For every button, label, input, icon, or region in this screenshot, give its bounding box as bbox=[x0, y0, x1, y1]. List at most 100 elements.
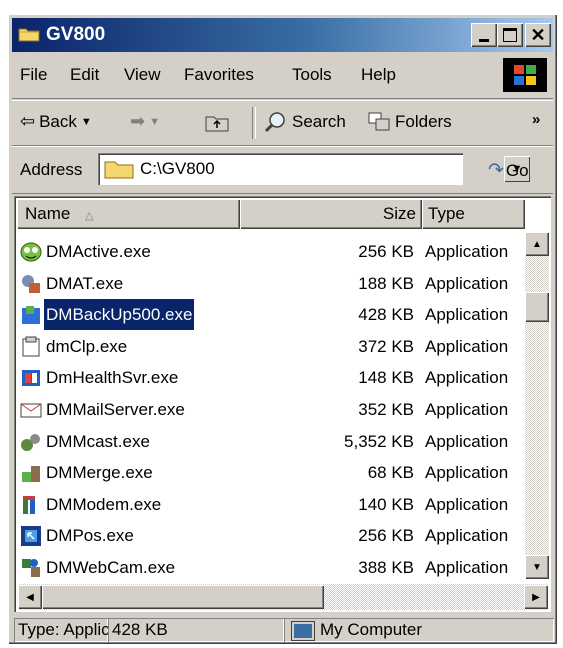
file-row[interactable]: DMModem.exe 140 KB Application bbox=[18, 489, 528, 520]
address-field[interactable]: C:\GV800 ▼ bbox=[98, 153, 530, 185]
explorer-window: GV800 ✕ File Edit View Favorites Tools H… bbox=[8, 14, 557, 644]
status-type: Type: Applic. bbox=[14, 618, 108, 642]
vertical-scrollbar[interactable]: ▲ ▼ bbox=[525, 232, 549, 579]
file-type: Application bbox=[425, 336, 509, 356]
column-header-name[interactable]: Name △ bbox=[17, 199, 240, 229]
menu-bar: File Edit View Favorites Tools Help bbox=[12, 54, 553, 99]
dmat-app-icon bbox=[20, 273, 42, 295]
arrow-down-icon: ▼ bbox=[532, 561, 542, 573]
minimize-icon bbox=[479, 38, 489, 42]
file-size: 68 KB bbox=[367, 463, 414, 483]
menu-view[interactable]: View bbox=[124, 65, 161, 85]
scroll-up-button[interactable]: ▲ bbox=[525, 232, 549, 256]
my-computer-icon bbox=[292, 621, 314, 640]
column-header-size[interactable]: Size bbox=[240, 199, 422, 229]
toolbar-overflow-button[interactable]: » bbox=[532, 111, 540, 128]
file-type: Application bbox=[425, 368, 509, 388]
folders-label: Folders bbox=[395, 112, 452, 131]
file-name: DMMcast.exe bbox=[46, 431, 150, 451]
status-size: 428 KB bbox=[108, 618, 284, 642]
standard-toolbar: ⇦ Back ▼ ➡ ▼ Search Folders » bbox=[12, 100, 553, 146]
address-bar: Address C:\GV800 ▼ ↷ Go bbox=[12, 146, 553, 194]
go-button[interactable]: ↷ Go bbox=[488, 159, 529, 182]
close-button[interactable]: ✕ bbox=[525, 23, 551, 47]
scroll-down-button[interactable]: ▼ bbox=[525, 555, 549, 579]
file-size: 5,352 KB bbox=[344, 431, 414, 451]
menu-edit[interactable]: Edit bbox=[70, 65, 99, 85]
windows-logo bbox=[503, 58, 547, 92]
file-type: Application bbox=[425, 273, 509, 293]
file-row[interactable]: dmClp.exe 372 KB Application bbox=[18, 331, 528, 362]
address-label: Address bbox=[20, 160, 83, 179]
horizontal-scrollbar[interactable]: ◀ ▶ bbox=[18, 584, 548, 610]
sort-ascending-icon: △ bbox=[85, 210, 94, 222]
arrow-up-icon: ▲ bbox=[532, 238, 542, 250]
maximize-icon bbox=[503, 28, 517, 42]
file-row[interactable]: DMAT.exe 188 KB Application bbox=[18, 268, 528, 299]
menu-favorites[interactable]: Favorites bbox=[184, 65, 254, 85]
file-row[interactable]: DMWebCam.exe 388 KB Application bbox=[18, 552, 528, 583]
file-name: DmHealthSvr.exe bbox=[46, 368, 179, 388]
column-header-type[interactable]: Type bbox=[422, 199, 525, 229]
folders-button[interactable]: Folders bbox=[367, 111, 452, 133]
file-size: 428 KB bbox=[358, 305, 414, 325]
file-row[interactable]: DMPos.exe 256 KB Application bbox=[18, 520, 528, 551]
status-location: My Computer bbox=[284, 618, 554, 642]
column-name-label: Name bbox=[25, 204, 71, 223]
up-folder-icon bbox=[205, 116, 229, 132]
file-type: Application bbox=[425, 400, 509, 419]
mail-app-icon bbox=[20, 399, 42, 421]
file-type: Application bbox=[425, 494, 509, 514]
webcam-app-icon bbox=[20, 557, 42, 579]
maximize-button[interactable] bbox=[497, 23, 523, 47]
file-size: 148 KB bbox=[358, 368, 414, 388]
file-name: DMMerge.exe bbox=[46, 463, 153, 483]
file-size: 188 KB bbox=[358, 273, 414, 293]
file-size: 352 KB bbox=[358, 400, 414, 419]
file-name: DMPos.exe bbox=[46, 526, 134, 546]
file-row[interactable]: DMActive.exe 256 KB Application bbox=[18, 236, 528, 267]
file-type: Application bbox=[425, 526, 509, 546]
back-button[interactable]: ⇦ Back ▼ bbox=[20, 111, 92, 132]
modem-app-icon bbox=[20, 494, 42, 516]
toolbar-separator bbox=[252, 107, 256, 139]
minimize-button[interactable] bbox=[471, 23, 497, 47]
file-row[interactable]: DMMerge.exe 68 KB Application bbox=[18, 457, 528, 488]
file-size: 256 KB bbox=[358, 242, 414, 261]
scroll-thumb[interactable] bbox=[525, 292, 549, 322]
file-size: 140 KB bbox=[358, 494, 414, 514]
file-type: Application bbox=[425, 305, 509, 325]
file-type: Application bbox=[425, 242, 509, 261]
file-row[interactable]: DMMailServer.exe 352 KB Application bbox=[18, 394, 528, 425]
close-icon: ✕ bbox=[530, 25, 546, 45]
file-name: DMActive.exe bbox=[46, 242, 151, 261]
status-bar: Type: Applic. 428 KB My Computer bbox=[12, 616, 553, 642]
scroll-left-button[interactable]: ◀ bbox=[18, 585, 42, 609]
file-name: DMAT.exe bbox=[46, 273, 124, 293]
back-arrow-icon: ⇦ bbox=[20, 111, 36, 131]
file-list[interactable]: Name △ Size Type DMActive.exe 256 KB Appli… bbox=[14, 196, 551, 612]
menu-tools[interactable]: Tools bbox=[292, 65, 332, 85]
merge-app-icon bbox=[20, 462, 42, 484]
file-name: DMModem.exe bbox=[46, 494, 162, 514]
go-arrow-icon: ↷ bbox=[488, 160, 504, 181]
arrow-right-icon: ▶ bbox=[532, 591, 540, 603]
title-bar[interactable]: GV800 ✕ bbox=[12, 18, 553, 52]
status-location-label: My Computer bbox=[320, 620, 423, 639]
file-row[interactable]: DmHealthSvr.exe 148 KB Application bbox=[18, 362, 528, 393]
menu-help[interactable]: Help bbox=[361, 65, 396, 85]
search-button[interactable]: Search bbox=[264, 111, 346, 133]
file-type: Application bbox=[425, 463, 509, 483]
arrow-left-icon: ◀ bbox=[26, 591, 34, 603]
file-row[interactable]: DMMcast.exe 5,352 KB Application bbox=[18, 426, 528, 457]
scroll-right-button[interactable]: ▶ bbox=[524, 585, 548, 609]
menu-file[interactable]: File bbox=[20, 65, 47, 85]
mcast-app-icon bbox=[20, 431, 42, 453]
window-title: GV800 bbox=[46, 24, 106, 45]
up-folder-button[interactable] bbox=[204, 111, 230, 133]
forward-button[interactable]: ➡ ▼ bbox=[130, 111, 160, 132]
file-row[interactable]: DMBackUp500.exe 428 KB Application bbox=[18, 299, 528, 331]
folder-icon bbox=[18, 28, 40, 42]
horizontal-scroll-thumb[interactable] bbox=[42, 585, 324, 609]
file-size: 388 KB bbox=[358, 558, 414, 577]
